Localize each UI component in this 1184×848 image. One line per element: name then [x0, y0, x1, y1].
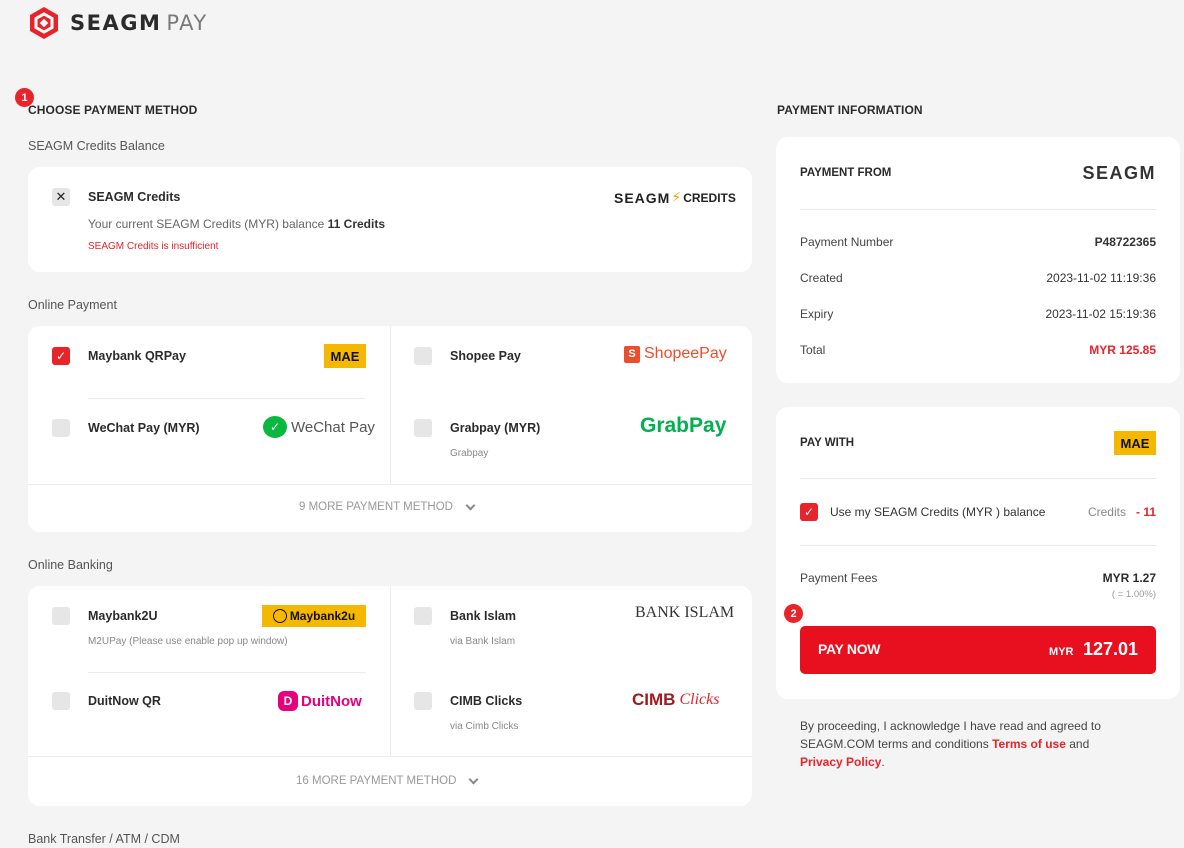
- banking-more-button[interactable]: 16 MORE PAYMENT METHOD: [296, 774, 479, 787]
- grabpay-logo: GrabPay: [640, 414, 727, 437]
- use-credits-label: Use my SEAGM Credits (MYR ) balance: [830, 505, 1046, 519]
- credits-label: SEAGM Credits: [88, 190, 181, 204]
- payment-fees-value: MYR 1.27: [1102, 571, 1156, 585]
- cimb-clicks-checkbox[interactable]: [414, 692, 432, 710]
- cimb-clicks-sub: via Cimb Clicks: [450, 721, 519, 732]
- seagm-hex-icon: [30, 7, 58, 39]
- bank-islam-label: Bank Islam: [450, 609, 517, 623]
- use-credits-checkbox[interactable]: ✓: [800, 503, 818, 521]
- chevron-down-icon: [465, 500, 476, 510]
- maybank2u-label: Maybank2U: [88, 609, 158, 623]
- credits-warning: SEAGM Credits is insufficient: [88, 241, 219, 252]
- payment-number-label: Payment Number: [800, 235, 894, 249]
- shopeepay-logo: S ShopeePay: [624, 345, 727, 363]
- step-two-badge: 2: [784, 604, 803, 623]
- payment-info-card: PAYMENT FROM SEAGM Payment Number P48722…: [776, 137, 1180, 383]
- online-group-label: Online Payment: [28, 298, 117, 312]
- total-value: MYR 125.85: [1089, 343, 1156, 357]
- shopee-pay-label: Shopee Pay: [450, 349, 521, 363]
- duitnow-checkbox[interactable]: [52, 692, 70, 710]
- brand-name: SEAGM: [70, 11, 162, 35]
- wechat-pay-logo: ✓ WeChat Pay: [263, 416, 375, 438]
- created-label: Created: [800, 271, 843, 285]
- privacy-policy-link[interactable]: Privacy Policy: [800, 755, 881, 769]
- cimb-clicks-label: CIMB Clicks: [450, 694, 523, 708]
- credits-group-label: SEAGM Credits Balance: [28, 139, 165, 153]
- banking-group-label: Online Banking: [28, 558, 113, 572]
- expiry-label: Expiry: [800, 307, 834, 321]
- bank-islam-checkbox[interactable]: [414, 607, 432, 625]
- online-more-button[interactable]: 9 MORE PAYMENT METHOD: [299, 500, 476, 513]
- pay-with-card: PAY WITH MAE ✓ Use my SEAGM Credits (MYR…: [776, 407, 1180, 699]
- pay-now-button[interactable]: PAY NOW MYR 127.01: [800, 626, 1156, 674]
- chevron-down-icon: [468, 774, 479, 784]
- payment-fees-rate: ( = 1.00%): [1111, 589, 1156, 600]
- maybank-qrpay-label: Maybank QRPay: [88, 349, 186, 363]
- total-label: Total: [800, 343, 826, 357]
- cimb-clicks-logo: CIMB Clicks: [632, 690, 720, 709]
- maybank2u-checkbox[interactable]: [52, 607, 70, 625]
- credits-checkbox[interactable]: ✕: [52, 188, 70, 206]
- duitnow-logo: D DuitNow: [278, 691, 362, 711]
- expiry-value: 2023-11-02 15:19:36: [1045, 307, 1156, 321]
- duitnow-label: DuitNow QR: [88, 694, 161, 708]
- online-banking-card: Maybank2U M2UPay (Please use enable pop …: [28, 586, 752, 806]
- transfer-group-label: Bank Transfer / ATM / CDM: [28, 832, 180, 846]
- credits-balance: Your current SEAGM Credits (MYR) balance…: [88, 217, 386, 231]
- bank-islam-logo: BANK ISLAM: [635, 604, 735, 621]
- maybank2u-logo: Maybank2u: [262, 605, 366, 627]
- pay-with-mae-logo: MAE: [1114, 431, 1156, 455]
- credits-deduction: Credits - 11: [1087, 505, 1156, 519]
- maybank-qrpay-checkbox[interactable]: ✓: [52, 347, 70, 365]
- payment-from-label: PAYMENT FROM: [800, 167, 892, 179]
- wechat-pay-label: WeChat Pay (MYR): [88, 421, 200, 435]
- seagm-pay-logo[interactable]: SEAGM PAY: [28, 6, 208, 40]
- seagm-credits-logo: SEAGM ⚡ CREDITS: [614, 189, 736, 206]
- online-payment-card: ✓ Maybank QRPay MAE Shopee Pay S ShopeeP…: [28, 326, 752, 532]
- choose-payment-title: CHOOSE PAYMENT METHOD: [28, 103, 198, 117]
- seagm-logo: SEAGM: [1082, 163, 1156, 183]
- grabpay-sub: Grabpay: [450, 448, 489, 459]
- payment-fees-label: Payment Fees: [800, 571, 878, 585]
- created-value: 2023-11-02 11:19:36: [1046, 271, 1156, 285]
- grabpay-checkbox[interactable]: [414, 419, 432, 437]
- maybank2u-sub: M2UPay (Please use enable pop up window): [88, 636, 288, 647]
- wechat-pay-checkbox[interactable]: [52, 419, 70, 437]
- shopee-pay-checkbox[interactable]: [414, 347, 432, 365]
- terms-of-use-link[interactable]: Terms of use: [992, 737, 1066, 751]
- payment-info-title: PAYMENT INFORMATION: [777, 103, 923, 117]
- credits-card: ✕ SEAGM Credits Your current SEAGM Credi…: [28, 167, 752, 272]
- mae-logo: MAE: [324, 344, 366, 368]
- terms-text: By proceeding, I acknowledge I have read…: [800, 719, 1101, 769]
- payment-number-value: P48722365: [1094, 235, 1156, 249]
- bank-islam-sub: via Bank Islam: [450, 636, 516, 647]
- grabpay-label: Grabpay (MYR): [450, 421, 541, 435]
- pay-with-label: PAY WITH: [800, 437, 855, 449]
- brand-suffix: PAY: [166, 11, 208, 35]
